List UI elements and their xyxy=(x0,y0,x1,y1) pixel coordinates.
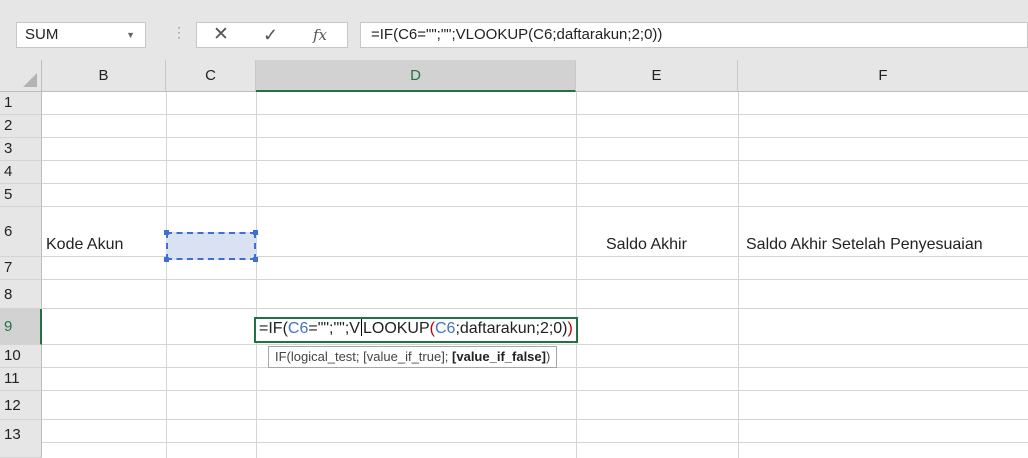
column-header-b[interactable]: B xyxy=(42,60,166,92)
column-header-f[interactable]: F xyxy=(738,60,1028,92)
drag-handle-icon[interactable]: ⋮ xyxy=(172,24,186,41)
row-header-5[interactable]: 5 xyxy=(0,184,42,207)
formula-prefix: =IF( xyxy=(259,320,288,337)
select-all-icon xyxy=(23,73,37,87)
gridline xyxy=(42,206,1028,207)
chevron-down-icon[interactable]: ▼ xyxy=(126,23,135,47)
tooltip-end: ) xyxy=(545,349,551,364)
formula-reference: C6 xyxy=(434,320,456,337)
gridline xyxy=(42,279,1028,280)
gridline xyxy=(256,92,257,458)
formula-text: LOOKUP xyxy=(362,320,430,337)
formula-paren: ) xyxy=(567,320,573,337)
row-header-12[interactable]: 12 xyxy=(0,391,42,420)
gridline xyxy=(42,308,1028,309)
gridline xyxy=(42,137,1028,138)
cancel-icon[interactable]: ✕ xyxy=(213,23,229,47)
gridline xyxy=(42,160,1028,161)
cell-b6[interactable]: Kode Akun xyxy=(46,234,123,256)
resize-handle[interactable] xyxy=(253,230,258,235)
formula-text: ="";"";V xyxy=(308,320,360,337)
formula-buttons: ✕ ✓ fx xyxy=(196,22,348,48)
gridline xyxy=(42,390,1028,391)
row-header-11[interactable]: 11 xyxy=(0,368,42,391)
gridline xyxy=(738,92,739,458)
formula-input[interactable]: =IF(C6="";"";VLOOKUP(C6;daftarakun;2;0)) xyxy=(360,22,1028,48)
select-all-corner[interactable] xyxy=(0,60,42,92)
cell-f6[interactable]: Saldo Akhir Setelah Penyesuaian xyxy=(746,234,983,256)
resize-handle[interactable] xyxy=(164,257,169,262)
row-header-1[interactable]: 1 xyxy=(0,92,42,115)
gridline xyxy=(42,344,1028,345)
resize-handle[interactable] xyxy=(164,230,169,235)
name-box-value: SUM xyxy=(25,26,59,43)
gridline xyxy=(42,183,1028,184)
row-header-13[interactable]: 13 xyxy=(0,420,42,458)
row-header-4[interactable]: 4 xyxy=(0,161,42,184)
row-header-7[interactable]: 7 xyxy=(0,257,42,280)
formula-text: ;daftarakun;2;0) xyxy=(455,320,568,337)
tooltip-text: IF(logical_test; [value_if_true]; xyxy=(275,349,453,364)
cell-c6-reference-highlight[interactable] xyxy=(164,230,258,262)
gridline xyxy=(576,92,577,458)
gridline xyxy=(166,92,167,458)
row-header-10[interactable]: 10 xyxy=(0,345,42,368)
insert-function-icon[interactable]: fx xyxy=(313,23,327,47)
gridline xyxy=(42,442,1028,443)
gridline xyxy=(42,114,1028,115)
tooltip-active-arg[interactable]: [value_if_false] xyxy=(452,349,546,364)
row-header-8[interactable]: 8 xyxy=(0,280,42,309)
cell-e6[interactable]: Saldo Akhir xyxy=(606,234,687,256)
row-header-9[interactable]: 9 xyxy=(0,309,42,345)
enter-icon[interactable]: ✓ xyxy=(263,23,278,47)
function-tooltip[interactable]: IF(logical_test; [value_if_true]; [value… xyxy=(268,346,558,368)
column-header-e[interactable]: E xyxy=(576,60,738,92)
column-header-d[interactable]: D xyxy=(256,60,576,92)
row-header-6[interactable]: 6 xyxy=(0,207,42,257)
formula-reference: C6 xyxy=(287,320,309,337)
gridline xyxy=(42,419,1028,420)
cell-d9-formula[interactable]: =IF(C6="";"";V LOOKUP(C6;daftarakun;2;0)) xyxy=(259,318,573,340)
column-header-c[interactable]: C xyxy=(166,60,256,92)
row-header-3[interactable]: 3 xyxy=(0,138,42,161)
name-box[interactable]: SUM ▼ xyxy=(16,22,146,48)
row-header-2[interactable]: 2 xyxy=(0,115,42,138)
formula-bar: SUM ▼ ⋮ ✕ ✓ fx =IF(C6="";"";VLOOKUP(C6;d… xyxy=(0,0,1028,60)
resize-handle[interactable] xyxy=(253,257,258,262)
text-cursor xyxy=(360,319,362,336)
